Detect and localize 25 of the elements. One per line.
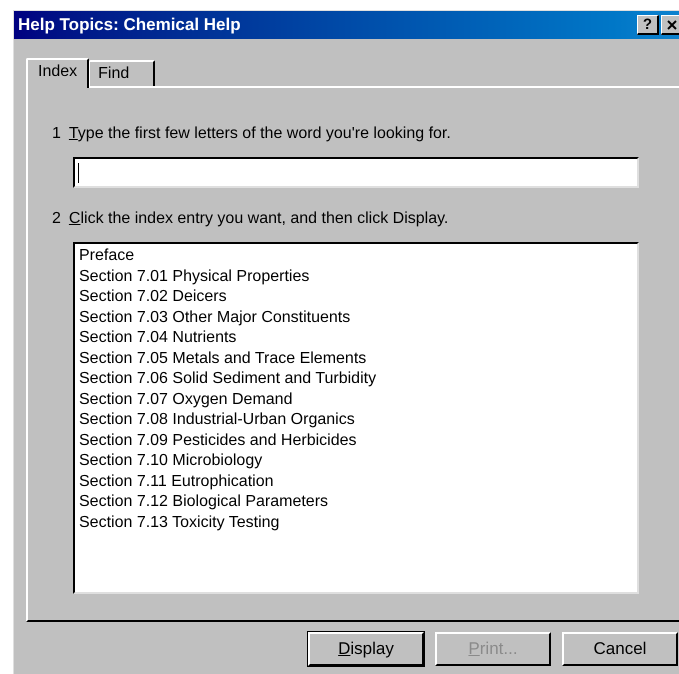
window-title: Help Topics: Chemical Help <box>18 14 242 36</box>
index-entry[interactable]: Section 7.11 Eutrophication <box>79 472 274 492</box>
index-entry[interactable]: Section 7.10 Microbiology <box>79 451 262 472</box>
index-entry[interactable]: Section 7.06 Solid Sediment and Turbidity <box>79 369 376 390</box>
index-entry[interactable]: Section 7.01 Physical Properties <box>79 266 310 287</box>
tab[interactable]: Index <box>26 58 90 88</box>
index-entry[interactable]: Preface <box>79 246 134 266</box>
index-entry[interactable]: Section 7.12 Biological Parameters <box>79 492 328 512</box>
index-entry[interactable]: Section 7.08 Industrial-Urban Organics <box>79 410 355 430</box>
dialog-button[interactable]: Display <box>308 632 424 666</box>
tab[interactable]: Find <box>89 60 156 86</box>
index-entry[interactable]: Section 7.03 Other Major Constituents <box>79 308 350 328</box>
step-instruction: 2 Click the index entry you want, and then click Display. <box>52 209 450 229</box>
index-entry[interactable]: Section 7.13 Toxicity Testing <box>79 512 280 533</box>
dialog-button[interactable]: Cancel <box>562 632 678 666</box>
step-instruction: 1 Type the first few letters of the word you're looking for. <box>52 124 452 144</box>
search-field[interactable] <box>73 157 639 188</box>
index-entry[interactable]: Section 7.05 Metals and Trace Elements <box>79 348 366 369</box>
help-button[interactable]: ? <box>637 15 659 35</box>
index-entry[interactable]: Section 7.07 Oxygen Demand <box>79 390 292 410</box>
index-entry[interactable]: Section 7.09 Pesticides and Herbicides <box>79 430 356 451</box>
index-entry[interactable]: Section 7.02 Deicers <box>79 287 227 308</box>
close-icon <box>666 20 676 30</box>
close-button[interactable] <box>661 15 679 35</box>
index-entry[interactable]: Section 7.04 Nutrients <box>79 328 236 348</box>
